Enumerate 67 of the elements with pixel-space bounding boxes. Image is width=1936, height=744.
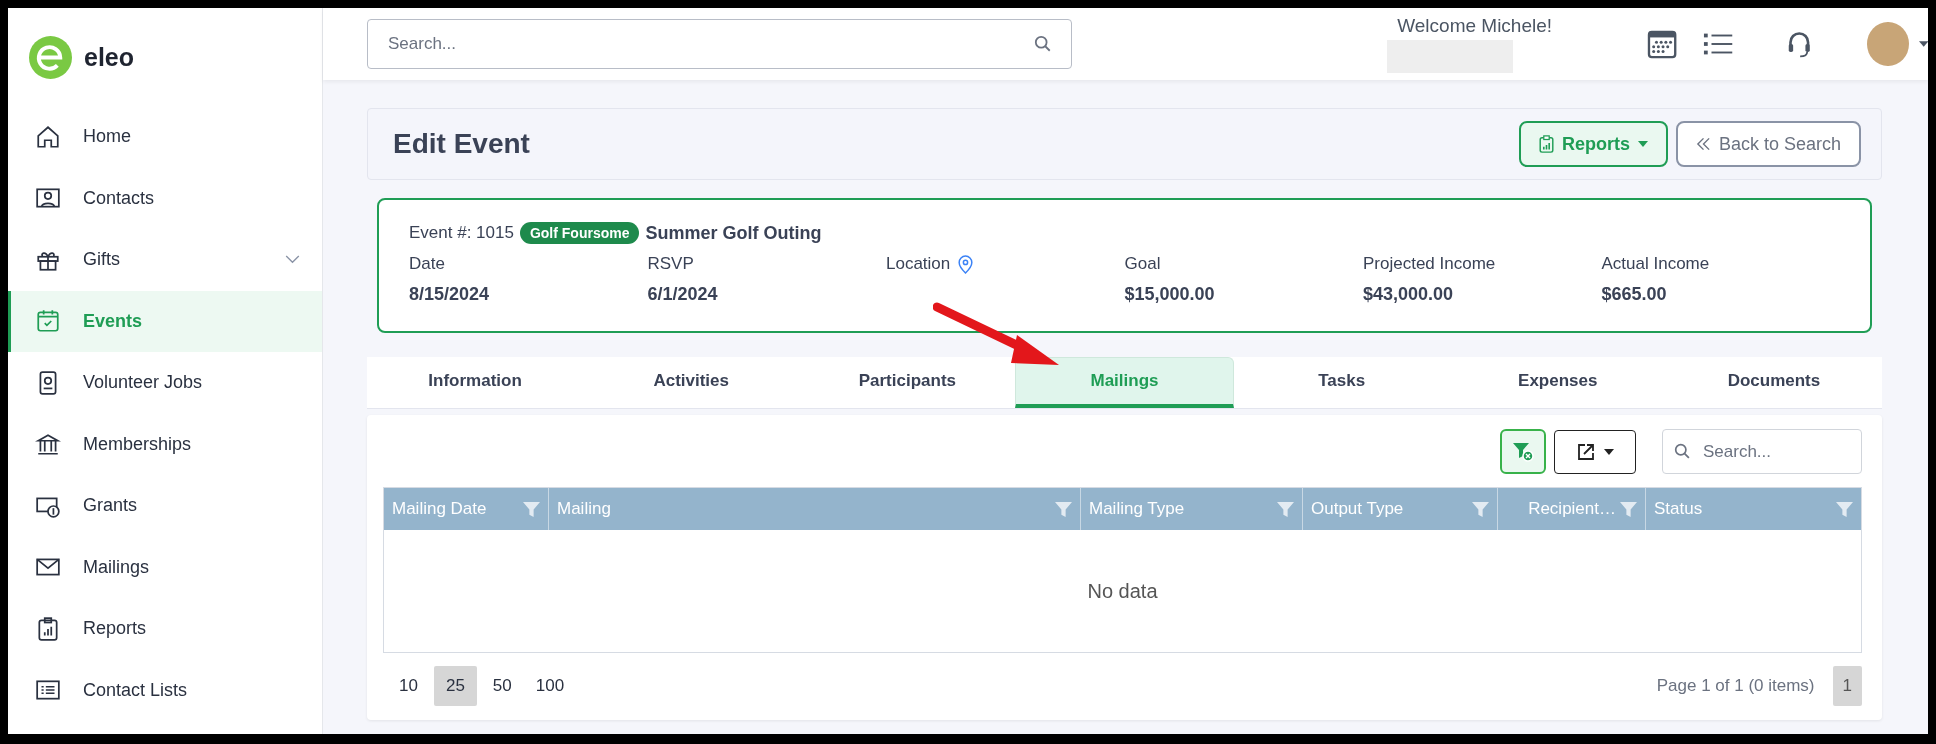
export-button[interactable]: [1554, 429, 1636, 474]
filter-icon[interactable]: [1472, 500, 1489, 518]
filter-icon[interactable]: [1836, 500, 1853, 518]
filter-icon[interactable]: [523, 500, 540, 518]
field-label: Date: [409, 254, 445, 274]
welcome-text: Welcome Michele!: [1397, 15, 1553, 37]
field-value: $665.00: [1601, 284, 1668, 305]
event-name: Summer Golf Outing: [645, 222, 822, 244]
sidebar-item[interactable]: Home: [8, 106, 322, 168]
sidebar-item[interactable]: Grants: [8, 475, 322, 537]
double-chevron-left-icon: [1695, 135, 1711, 153]
page-size-option[interactable]: 10: [391, 666, 426, 706]
field-value: 6/1/2024: [647, 284, 719, 305]
search-icon: [1674, 443, 1691, 460]
sidebar-item[interactable]: Reports: [8, 598, 322, 660]
sidebar-item[interactable]: Contacts: [8, 167, 322, 229]
sidebar-item[interactable]: Memberships: [8, 413, 322, 475]
field-label: Location: [886, 254, 951, 274]
field-value: 8/15/2024: [409, 284, 491, 305]
filter-clear-icon: [1512, 441, 1534, 462]
page-size-option[interactable]: 100: [527, 666, 573, 706]
field-label: RSVP: [647, 254, 694, 274]
search-icon: [1034, 35, 1053, 53]
tab[interactable]: Information: [367, 357, 584, 408]
headset-icon[interactable]: [1787, 29, 1812, 59]
brand-name: eleo: [84, 42, 135, 72]
tab[interactable]: Documents: [1665, 357, 1882, 408]
calendar-check-icon: [35, 308, 61, 335]
map-pin-icon[interactable]: [958, 254, 974, 274]
field-value: $43,000.00: [1363, 284, 1455, 305]
tab[interactable]: Participants: [799, 357, 1016, 408]
clipboard-chart-icon: [1538, 135, 1554, 153]
sidebar-item[interactable]: Gifts: [8, 229, 322, 291]
table-search-field[interactable]: Search...: [1662, 429, 1862, 474]
field-label: Goal: [1124, 254, 1161, 274]
page-number[interactable]: 1: [1832, 666, 1862, 706]
page-size-option[interactable]: 50: [484, 666, 520, 706]
clear-filter-button[interactable]: [1500, 429, 1546, 474]
tab[interactable]: Expenses: [1449, 357, 1666, 408]
event-tag: Golf Foursome: [519, 222, 640, 244]
tab[interactable]: Activities: [583, 357, 800, 408]
event-number: Event #: 1015: [409, 223, 514, 243]
tab[interactable]: Tasks: [1233, 357, 1450, 408]
caret-icon: [1604, 448, 1614, 455]
filter-icon[interactable]: [1277, 500, 1294, 518]
filter-icon[interactable]: [1620, 500, 1637, 518]
empty-message: No data: [1087, 579, 1158, 603]
page-size-option[interactable]: 25: [433, 666, 477, 706]
page-title: Edit Event: [393, 128, 531, 160]
search-field[interactable]: Search...: [367, 19, 1073, 69]
field-value: $15,000.00: [1124, 284, 1216, 305]
filter-icon[interactable]: [1055, 500, 1072, 518]
field-label: Actual Income: [1601, 254, 1710, 274]
caret-icon: [1637, 141, 1648, 147]
logo-icon: [29, 35, 72, 79]
avatar[interactable]: [1867, 22, 1909, 66]
caret-icon[interactable]: [1918, 41, 1928, 47]
sidebar-item[interactable]: Contact Lists: [8, 659, 322, 721]
field-label: Projected Income: [1363, 254, 1496, 274]
clipboard-chart-icon: [35, 615, 61, 642]
chevron-down-icon: [285, 255, 300, 264]
sidebar-item[interactable]: Mailings: [8, 536, 322, 598]
export-icon: [1576, 441, 1596, 462]
page-info: Page 1 of 1 (0 items): [1656, 676, 1815, 696]
calendar-icon[interactable]: [1647, 29, 1678, 59]
sidebar-item[interactable]: Volunteer Jobs: [8, 352, 322, 414]
back-button[interactable]: Back to Search: [1675, 121, 1861, 167]
